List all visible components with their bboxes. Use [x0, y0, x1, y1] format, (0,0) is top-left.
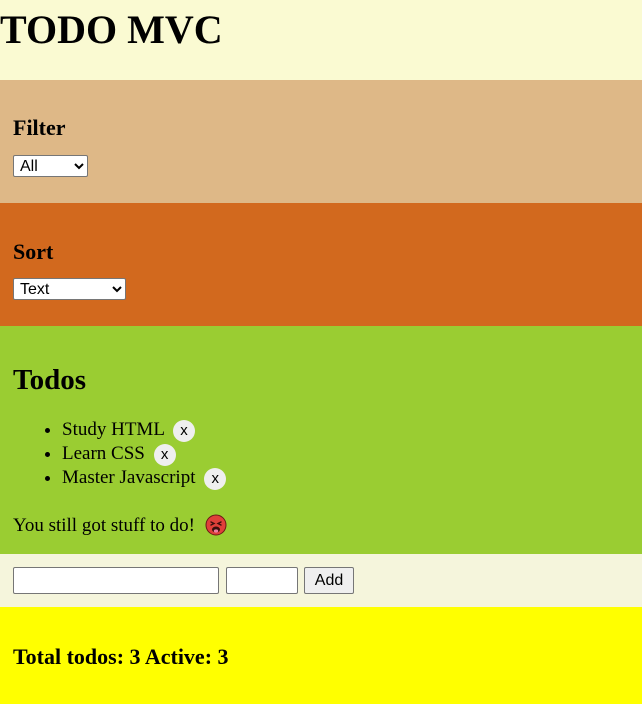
todo-text: Master Javascript	[62, 467, 196, 488]
total-count: 3	[129, 644, 141, 669]
status-text: You still got stuff to do!	[13, 515, 195, 536]
summary-section: Total todos: 3 Active: 3	[0, 607, 642, 704]
filter-section: Filter All Active Done	[0, 80, 642, 203]
todo-priority-input[interactable]	[226, 567, 298, 594]
sort-section: Sort Text Priority	[0, 203, 642, 326]
todo-item: Study HTML x	[62, 418, 629, 442]
filter-select[interactable]: All Active Done	[13, 155, 88, 177]
todo-item: Learn CSS x	[62, 442, 629, 466]
todo-text-input[interactable]	[13, 567, 219, 594]
page-title: TODO MVC	[0, 7, 223, 52]
sort-title: Sort	[13, 239, 54, 264]
delete-todo-button[interactable]: x	[172, 419, 195, 442]
todo-text: Learn CSS	[62, 443, 145, 464]
delete-todo-button[interactable]: x	[204, 467, 227, 490]
exhausted-face-icon	[205, 514, 227, 536]
todo-list: Study HTML x Learn CSS x Master Javascri…	[13, 418, 629, 490]
summary-text: Total todos: 3 Active: 3	[13, 645, 629, 669]
total-label: Total todos:	[13, 644, 125, 669]
filter-title: Filter	[13, 115, 66, 140]
active-label: Active:	[144, 644, 213, 669]
todos-section: Todos Study HTML x Learn CSS x Master Ja…	[0, 326, 642, 554]
status-message: You still got stuff to do!	[13, 514, 629, 538]
delete-todo-button[interactable]: x	[153, 443, 176, 466]
app-header: TODO MVC	[0, 0, 642, 80]
sort-select[interactable]: Text Priority	[13, 278, 126, 300]
todo-item: Master Javascript x	[62, 466, 629, 490]
todos-title: Todos	[13, 364, 87, 396]
add-button[interactable]: Add	[304, 567, 354, 594]
todo-text: Study HTML	[62, 419, 165, 440]
add-todo-form: Add	[0, 554, 642, 607]
active-count: 3	[217, 644, 229, 669]
